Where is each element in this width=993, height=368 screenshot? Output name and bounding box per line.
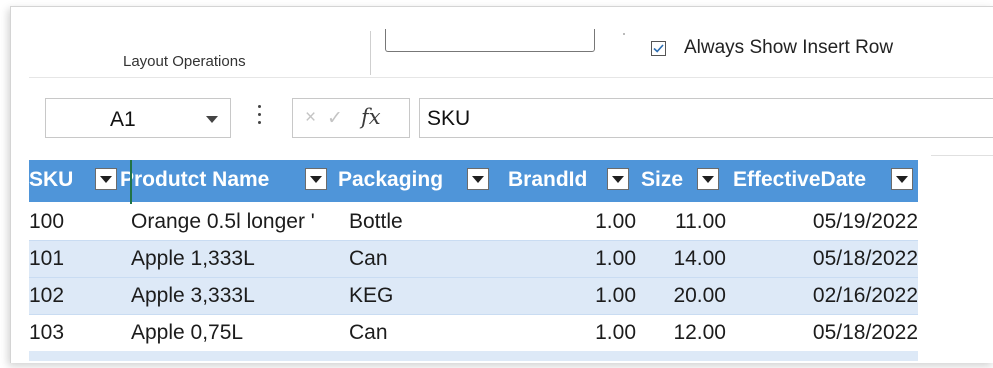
cell-effectivedate[interactable]: 05/18/2022 [729,247,918,271]
table-header-row: SKU Produtct Name Packaging BrandId Size… [29,160,918,202]
filter-dropdown-icon[interactable] [697,168,719,190]
cell-size[interactable]: 14.00 [633,247,726,271]
row-divider [29,277,918,278]
cell-effectivedate[interactable]: 05/19/2022 [729,210,918,234]
always-show-insert-row-label: Always Show Insert Row [684,37,894,58]
column-header-label: Size [641,168,684,191]
table-row-partial[interactable] [29,351,918,361]
column-header-size[interactable]: Size [633,160,729,202]
cell-sku[interactable]: 102 [29,284,115,308]
filter-dropdown-icon[interactable] [891,168,913,190]
ribbon-group-separator [370,31,371,75]
column-header-label: Packaging [338,168,444,191]
cancel-icon[interactable]: × [305,107,316,129]
insert-function-icon[interactable]: fx [361,105,381,129]
cell-sku[interactable]: 100 [29,210,115,234]
filter-dropdown-icon[interactable] [305,168,327,190]
cell-packaging[interactable]: KEG [349,284,499,308]
cell-packaging[interactable]: Bottle [349,210,499,234]
column-header-label: EffectiveDate [733,168,867,191]
always-show-insert-row-option[interactable]: Always Show Insert Row [651,37,893,59]
column-header-product-name[interactable]: Produtct Name [119,160,337,202]
ribbon-divider [29,77,993,78]
cell-sku[interactable]: 103 [29,321,115,345]
cell-effectivedate[interactable]: 05/18/2022 [729,321,918,345]
cell-product-name[interactable]: Orange 0.5l longer ' [131,210,337,234]
cell-packaging[interactable]: Can [349,321,499,345]
formula-value: SKU [427,107,471,130]
filter-dropdown-icon[interactable] [467,168,489,190]
enter-icon[interactable]: ✓ [327,107,343,130]
formula-buttons: × ✓ fx [292,98,410,138]
cell-brandid[interactable]: 1.00 [499,321,636,345]
ribbon-mark [623,33,625,35]
cell-brandid[interactable]: 1.00 [499,247,636,271]
cell-brandid[interactable]: 1.00 [499,210,636,234]
column-header-label: Produtct Name [120,168,270,191]
name-box-value: A1 [110,108,136,131]
checkmark-icon [653,43,664,53]
cell-product-name[interactable]: Apple 3,333L [131,284,337,308]
cell-product-name[interactable]: Apple 1,333L [131,247,337,271]
active-cell-indicator [29,160,132,204]
table-row[interactable]: 100 Orange 0.5l longer ' Bottle 1.00 11.… [29,204,918,241]
app-window: Layout Operations Always Show Insert Row… [10,6,993,363]
always-show-insert-row-checkbox[interactable] [651,40,666,56]
cell-packaging[interactable]: Can [349,247,499,271]
column-header-effectivedate[interactable]: EffectiveDate [729,160,918,202]
table-row[interactable]: 101 Apple 1,333L Can 1.00 14.00 05/18/20… [29,241,918,278]
column-header-brandid[interactable]: BrandId [499,160,633,202]
ribbon: Layout Operations Always Show Insert Row [11,7,993,89]
table-row[interactable]: 102 Apple 3,333L KEG 1.00 20.00 02/16/20… [29,278,918,315]
cell-brandid[interactable]: 1.00 [499,284,636,308]
more-options-icon[interactable] [258,105,262,129]
row-divider [29,314,918,315]
cell-effectivedate[interactable]: 02/16/2022 [729,284,918,308]
row-divider [29,240,918,241]
cell-sku[interactable]: 101 [29,247,115,271]
formula-input[interactable]: SKU [419,98,993,138]
chevron-down-icon[interactable] [206,116,218,123]
table-row[interactable]: 103 Apple 0,75L Can 1.00 12.00 05/18/202… [29,315,918,352]
filter-dropdown-icon[interactable] [607,168,629,190]
cell-size[interactable]: 12.00 [633,321,726,345]
name-box[interactable]: A1 [45,98,231,138]
cell-size[interactable]: 11.00 [633,210,726,234]
formula-bar-divider [931,155,993,156]
column-header-label: BrandId [508,168,588,191]
ribbon-control-fragment[interactable] [385,29,595,52]
cell-size[interactable]: 20.00 [633,284,726,308]
cell-product-name[interactable]: Apple 0,75L [131,321,337,345]
column-header-packaging[interactable]: Packaging [337,160,499,202]
ribbon-group-label: Layout Operations [123,53,246,70]
